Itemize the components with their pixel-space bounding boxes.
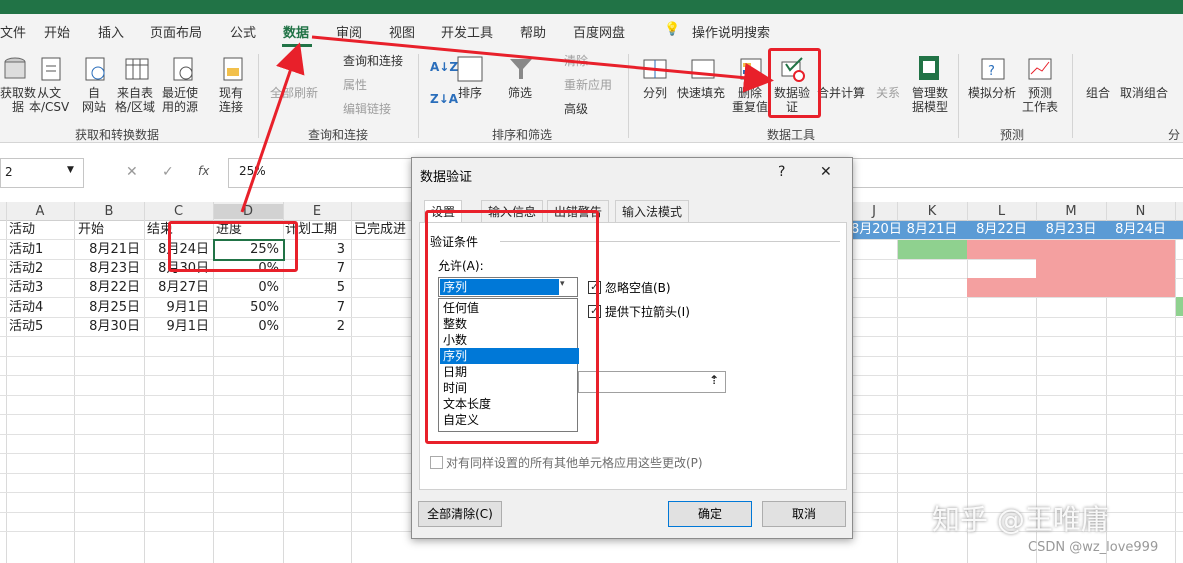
cancel-button[interactable]: 取消 <box>762 501 846 527</box>
clear-all-button[interactable]: 全部清除(C) <box>418 501 502 527</box>
dropdown-arrow-label: 提供下拉箭头(I) <box>605 305 690 319</box>
arrow-to-validation <box>311 35 774 93</box>
range-picker-icon[interactable]: ⇡ <box>709 373 719 387</box>
apply-all-label: 对有同样设置的所有其他单元格应用这些更改(P) <box>446 456 703 470</box>
source-input[interactable]: ⇡ <box>578 371 726 393</box>
ignore-blank-label: 忽略空值(B) <box>605 281 671 295</box>
arrow-to-data-tab <box>240 42 305 213</box>
watermark-csdn: CSDN @wz_love999 <box>1028 540 1159 555</box>
ok-button[interactable]: 确定 <box>668 501 752 527</box>
apply-all-checkbox[interactable] <box>430 456 443 469</box>
close-icon[interactable]: ✕ <box>820 164 832 180</box>
data-validation-dialog: 数据验证 ? ✕ 设置 输入信息 出错警告 输入法模式 验证条件 允许(A): … <box>411 157 853 539</box>
watermark: 知乎 @王唯庸 <box>932 503 1109 536</box>
help-button[interactable]: ? <box>778 164 785 180</box>
dialog-title: 数据验证 <box>420 170 473 185</box>
tab-ime-mode[interactable]: 输入法模式 <box>615 200 690 224</box>
annotation-box-dialog <box>425 210 599 444</box>
